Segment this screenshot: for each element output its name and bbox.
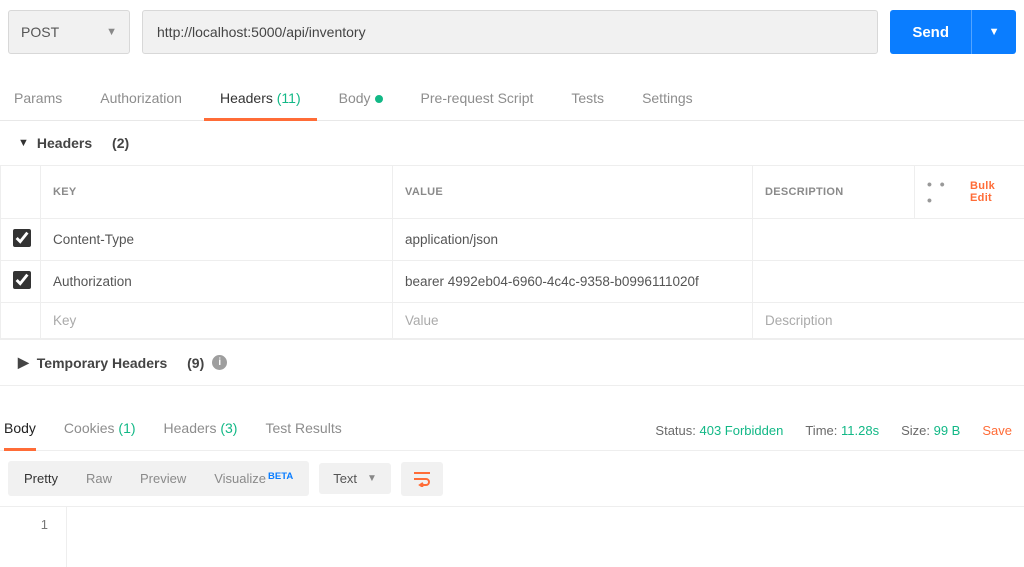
- time-value: 11.28s: [841, 423, 879, 438]
- cell-key[interactable]: Content-Type: [41, 219, 393, 261]
- more-options-icon[interactable]: • • •: [927, 176, 954, 208]
- headers-table: KEY VALUE DESCRIPTION • • • Bulk Edit Co…: [0, 165, 1024, 339]
- view-visualize[interactable]: VisualizeBETA: [200, 463, 307, 494]
- response-tabs: Body Cookies (1) Headers (3) Test Result…: [0, 402, 1024, 451]
- cell-desc[interactable]: [753, 219, 1024, 261]
- status-value: 403 Forbidden: [700, 423, 784, 438]
- line-number: 1: [0, 507, 66, 567]
- table-row: Content-Type application/json: [1, 219, 1024, 261]
- tab-params[interactable]: Params: [12, 84, 64, 120]
- send-split-button[interactable]: ▼: [971, 10, 1016, 54]
- col-key: KEY: [41, 166, 393, 219]
- view-mode-segment: Pretty Raw Preview VisualizeBETA: [8, 461, 309, 496]
- response-tab-cookies[interactable]: Cookies (1): [64, 414, 136, 446]
- disclosure-right-icon: ▶: [18, 354, 29, 371]
- content-type-select[interactable]: Text ▼: [319, 463, 391, 494]
- response-toolbar: Pretty Raw Preview VisualizeBETA Text ▼: [0, 451, 1024, 506]
- cell-key[interactable]: Authorization: [41, 261, 393, 303]
- col-description: DESCRIPTION: [753, 166, 915, 219]
- wrap-lines-button[interactable]: [401, 462, 443, 496]
- view-preview[interactable]: Preview: [126, 463, 200, 494]
- request-tabs: Params Authorization Headers (11) Body P…: [0, 84, 1024, 121]
- tab-tests[interactable]: Tests: [569, 84, 606, 120]
- response-body: 1: [0, 506, 1024, 567]
- tab-authorization[interactable]: Authorization: [98, 84, 184, 120]
- tab-body[interactable]: Body: [337, 84, 385, 120]
- chevron-down-icon: ▼: [989, 26, 1000, 38]
- row-enable-checkbox[interactable]: [13, 271, 31, 289]
- beta-badge: BETA: [268, 471, 293, 482]
- dot-indicator-icon: [375, 95, 383, 103]
- send-button-group: Send ▼: [890, 10, 1016, 54]
- http-method-select[interactable]: POST ▼: [8, 10, 130, 54]
- tab-headers[interactable]: Headers (11): [218, 84, 303, 120]
- response-tab-test-results[interactable]: Test Results: [265, 414, 341, 446]
- request-url-input[interactable]: http://localhost:5000/api/inventory: [142, 10, 878, 54]
- cell-value[interactable]: bearer 4992eb04-6960-4c4c-9358-b09961110…: [393, 261, 753, 303]
- size-value: 99 B: [934, 423, 961, 438]
- row-enable-checkbox[interactable]: [13, 229, 31, 247]
- save-response-link[interactable]: Save: [982, 423, 1012, 438]
- send-button[interactable]: Send: [890, 10, 971, 54]
- table-row: Authorization bearer 4992eb04-6960-4c4c-…: [1, 261, 1024, 303]
- response-tab-headers[interactable]: Headers (3): [164, 414, 238, 446]
- disclosure-down-icon: ▼: [18, 137, 29, 149]
- view-pretty[interactable]: Pretty: [10, 463, 72, 494]
- new-key-input[interactable]: Key: [41, 303, 393, 339]
- view-raw[interactable]: Raw: [72, 463, 126, 494]
- request-url-value: http://localhost:5000/api/inventory: [157, 24, 366, 40]
- table-row-new: Key Value Description: [1, 303, 1024, 339]
- response-tab-body[interactable]: Body: [4, 414, 36, 446]
- headers-section-toggle[interactable]: ▼ Headers (2): [0, 121, 1024, 165]
- cell-value[interactable]: application/json: [393, 219, 753, 261]
- new-value-input[interactable]: Value: [393, 303, 753, 339]
- cell-desc[interactable]: [753, 261, 1024, 303]
- temporary-headers-toggle[interactable]: ▶ Temporary Headers (9) i: [0, 339, 1024, 386]
- new-desc-input[interactable]: Description: [753, 303, 1024, 339]
- bulk-edit-link[interactable]: Bulk Edit: [970, 180, 1012, 204]
- tab-settings[interactable]: Settings: [640, 84, 695, 120]
- col-value: VALUE: [393, 166, 753, 219]
- chevron-down-icon: ▼: [106, 26, 117, 38]
- wrap-icon: [413, 471, 431, 487]
- tab-prerequest[interactable]: Pre-request Script: [419, 84, 536, 120]
- response-text[interactable]: [66, 507, 1024, 567]
- info-icon[interactable]: i: [212, 355, 227, 370]
- chevron-down-icon: ▼: [367, 473, 377, 484]
- http-method-label: POST: [21, 24, 59, 40]
- response-status: Status: 403 Forbidden Time: 11.28s Size:…: [655, 423, 1012, 438]
